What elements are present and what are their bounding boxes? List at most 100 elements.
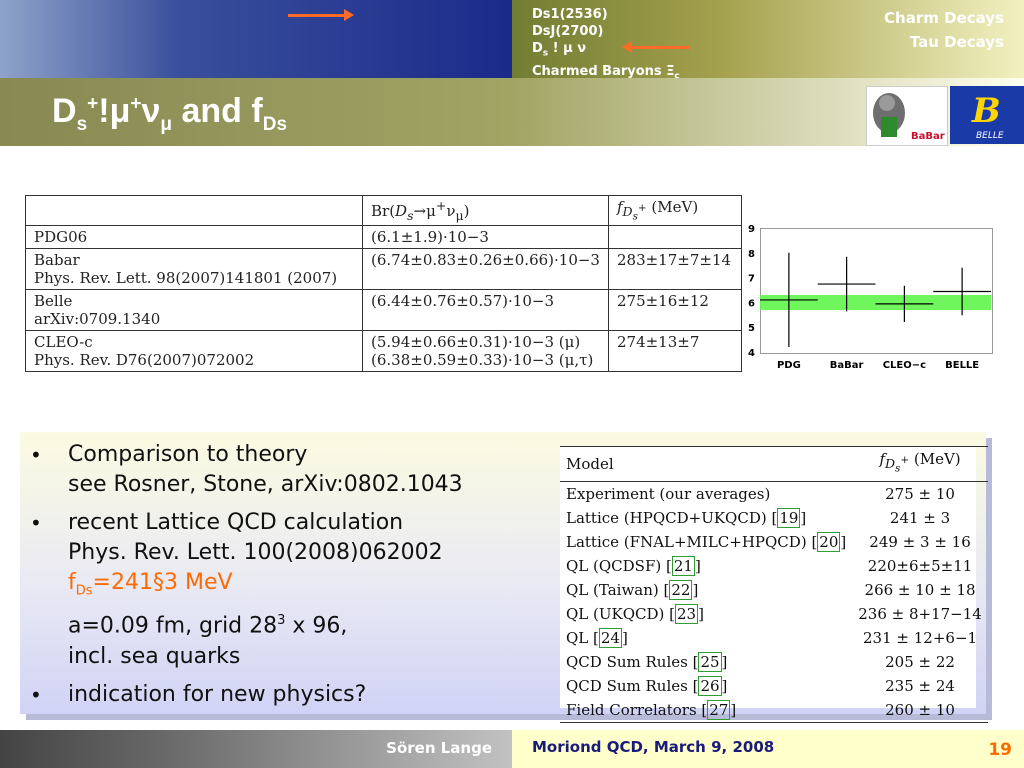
- bullet-list: Comparison to theory see Rosner, Stone, …: [30, 440, 463, 718]
- page-title: Ds+!μ+νμ and fDs: [52, 92, 288, 135]
- model-value: 275 ± 10: [885, 484, 955, 503]
- cell-br: (6.44±0.76±0.57)·10−3: [362, 289, 609, 331]
- table-row: Lattice (HPQCD+UKQCD) [19] 241 ± 3: [560, 506, 988, 530]
- author-name: Sören Lange: [386, 739, 492, 757]
- reference-link[interactable]: 23: [675, 603, 699, 624]
- svg-text:B: B: [971, 91, 1001, 131]
- model-name: Lattice (HPQCD+UKQCD) [19]: [566, 507, 807, 528]
- table-row: Field Correlators [27] 260 ± 10: [560, 697, 988, 723]
- reference-link[interactable]: 22: [669, 579, 693, 600]
- x-tick-label: PDG: [777, 360, 801, 371]
- reference-link[interactable]: 26: [698, 675, 722, 696]
- header-cell-source: [25, 195, 363, 226]
- table-row: QL (Taiwan) [22] 266 ± 10 ± 18: [560, 578, 988, 602]
- bullet-item: recent Lattice QCD calculation Phys. Rev…: [30, 508, 463, 672]
- reference-link[interactable]: 21: [671, 555, 695, 576]
- table-row: Babar Phys. Rev. Lett. 98(2007)141801 (20…: [25, 248, 742, 290]
- cell-br: (5.94±0.66±0.31)·10−3 (μ) (6.38±0.59±0.33…: [362, 330, 609, 372]
- nav-item-ds-mu-nu[interactable]: Ds ! μ ν: [532, 40, 680, 63]
- bullet-line: see Rosner, Stone, arXiv:0802.1043: [68, 472, 463, 497]
- cell-source: Belle arXiv:0709.1340: [25, 289, 363, 331]
- reference-link[interactable]: 20: [817, 531, 841, 552]
- conference-name: Moriond QCD, March 9, 2008: [532, 738, 775, 756]
- bullet-line: indication for new physics?: [68, 681, 367, 707]
- current-section-arrow-left: [288, 9, 354, 21]
- y-tick-label: 5: [748, 323, 755, 334]
- x-tick-label: BaBar: [830, 360, 864, 371]
- cell-f: [607, 225, 742, 249]
- model-value: 231 ± 12+6−1: [863, 628, 978, 647]
- nav-cb-text: Charmed Baryons Ξc: [532, 63, 680, 82]
- reference-link[interactable]: 25: [698, 651, 722, 672]
- model-header: Model: [560, 446, 853, 482]
- model-table-header: Model fDs+ (MeV): [560, 446, 988, 482]
- table-row: QL (QCDSF) [21] 220±6±5±11: [560, 554, 988, 578]
- table-row: CLEO-c Phys. Rev. D76(2007)072002 (5.94±0…: [25, 330, 742, 372]
- nav-item-charm-decays[interactable]: Charm Decays: [884, 6, 1004, 30]
- bullet-line: incl. sea quarks: [68, 643, 241, 669]
- table-row: PDG06 (6.1±1.9)·10−3: [25, 225, 742, 249]
- model-value: 205 ± 22: [885, 652, 955, 671]
- footer-left: Sören Lange: [0, 730, 512, 768]
- model-name: Lattice (FNAL+MILC+HPQCD) [20]: [566, 531, 847, 552]
- table-header-row: Br(Ds→μ+νμ) fDs+ (MeV): [25, 195, 742, 226]
- model-name: QCD Sum Rules [26]: [566, 675, 728, 696]
- belle-logo: B BELLE: [950, 86, 1024, 144]
- table-row: QL (UKQCD) [23] 236 ± 8+17−14: [560, 602, 988, 626]
- cell-f: 283±17±7±14: [607, 248, 742, 290]
- section-nav-left: Charm Decays Tau Decays: [884, 6, 1004, 54]
- y-tick-label: 9: [748, 224, 755, 235]
- cell-source: PDG06: [25, 225, 363, 249]
- table-row: QL [24] 231 ± 12+6−1: [560, 626, 988, 650]
- model-value: 260 ± 10: [852, 697, 988, 723]
- nav-item-tau-decays[interactable]: Tau Decays: [884, 30, 1004, 54]
- model-name: Experiment (our averages): [566, 484, 771, 503]
- cell-f: 274±13±7: [607, 330, 742, 372]
- y-tick-label: 7: [748, 274, 755, 285]
- model-name: Field Correlators [27]: [560, 697, 853, 723]
- lattice-params: a=0.09 fm, grid 283 x 96,: [68, 613, 348, 639]
- model-value: 241 ± 3: [889, 508, 951, 527]
- fds-lattice-result: fDs=241§3 MeV: [68, 570, 233, 599]
- cell-source: Babar Phys. Rev. Lett. 98(2007)141801 (20…: [25, 248, 363, 290]
- model-name: QL (Taiwan) [22]: [566, 579, 699, 600]
- page-number: 19: [988, 740, 1012, 760]
- y-tick-label: 4: [748, 348, 755, 359]
- nav-ds-text: Ds ! μ ν: [532, 41, 587, 59]
- table-row: QCD Sum Rules [25] 205 ± 22: [560, 650, 988, 674]
- model-comparison-table: Model fDs+ (MeV) Experiment (our average…: [560, 446, 988, 723]
- model-value: 236 ± 8+17−14: [858, 604, 982, 623]
- svg-text:BaBar: BaBar: [911, 131, 945, 142]
- cell-f: 275±16±12: [607, 289, 742, 331]
- model-value: 266 ± 10 ± 18: [864, 580, 976, 599]
- nav-item-dsj[interactable]: DsJ(2700): [532, 23, 680, 40]
- table-row: Lattice (FNAL+MILC+HPQCD) [20] 249 ± 3 ± …: [560, 530, 988, 554]
- bullet-line: Phys. Rev. Lett. 100(2008)062002: [68, 540, 443, 565]
- model-value: 235 ± 24: [885, 676, 955, 695]
- footer-right: Moriond QCD, March 9, 2008 19: [512, 730, 1024, 768]
- x-tick-label: CLEO−c: [883, 360, 926, 371]
- table-row: Belle arXiv:0709.1340 (6.44±0.76±0.57)·10…: [25, 289, 742, 331]
- bullet-item: indication for new physics?: [30, 680, 463, 710]
- y-tick-label: 8: [748, 249, 755, 260]
- bullet-item: Comparison to theory see Rosner, Stone, …: [30, 440, 463, 500]
- header-left-bar: [0, 0, 512, 78]
- model-value: 220±6±5±11: [867, 556, 973, 575]
- cell-br: (6.74±0.83±0.26±0.66)·10−3: [362, 248, 609, 290]
- reference-link[interactable]: 19: [777, 507, 801, 528]
- y-tick-label: 6: [748, 298, 755, 309]
- fds-header: fDs+ (MeV): [852, 446, 988, 482]
- model-name: QL [24]: [566, 627, 628, 648]
- bullet-line: Comparison to theory: [68, 442, 308, 467]
- table-row: Experiment (our averages) 275 ± 10: [560, 481, 988, 506]
- current-section-arrow-right: [622, 41, 690, 53]
- reference-link[interactable]: 27: [707, 699, 731, 720]
- reference-link[interactable]: 24: [598, 627, 622, 648]
- model-name: QL (QCDSF) [21]: [566, 555, 701, 576]
- model-value: 249 ± 3 ± 16: [869, 532, 971, 551]
- fds-chart: 4 5 6 7 8 9 PDG BaBar CLEO−c BELLE: [748, 224, 991, 371]
- header-cell-f: fDs+ (MeV): [607, 195, 742, 226]
- svg-text:BELLE: BELLE: [976, 131, 1004, 141]
- model-name: QL (UKQCD) [23]: [566, 603, 704, 624]
- nav-item-ds1[interactable]: Ds1(2536): [532, 6, 680, 23]
